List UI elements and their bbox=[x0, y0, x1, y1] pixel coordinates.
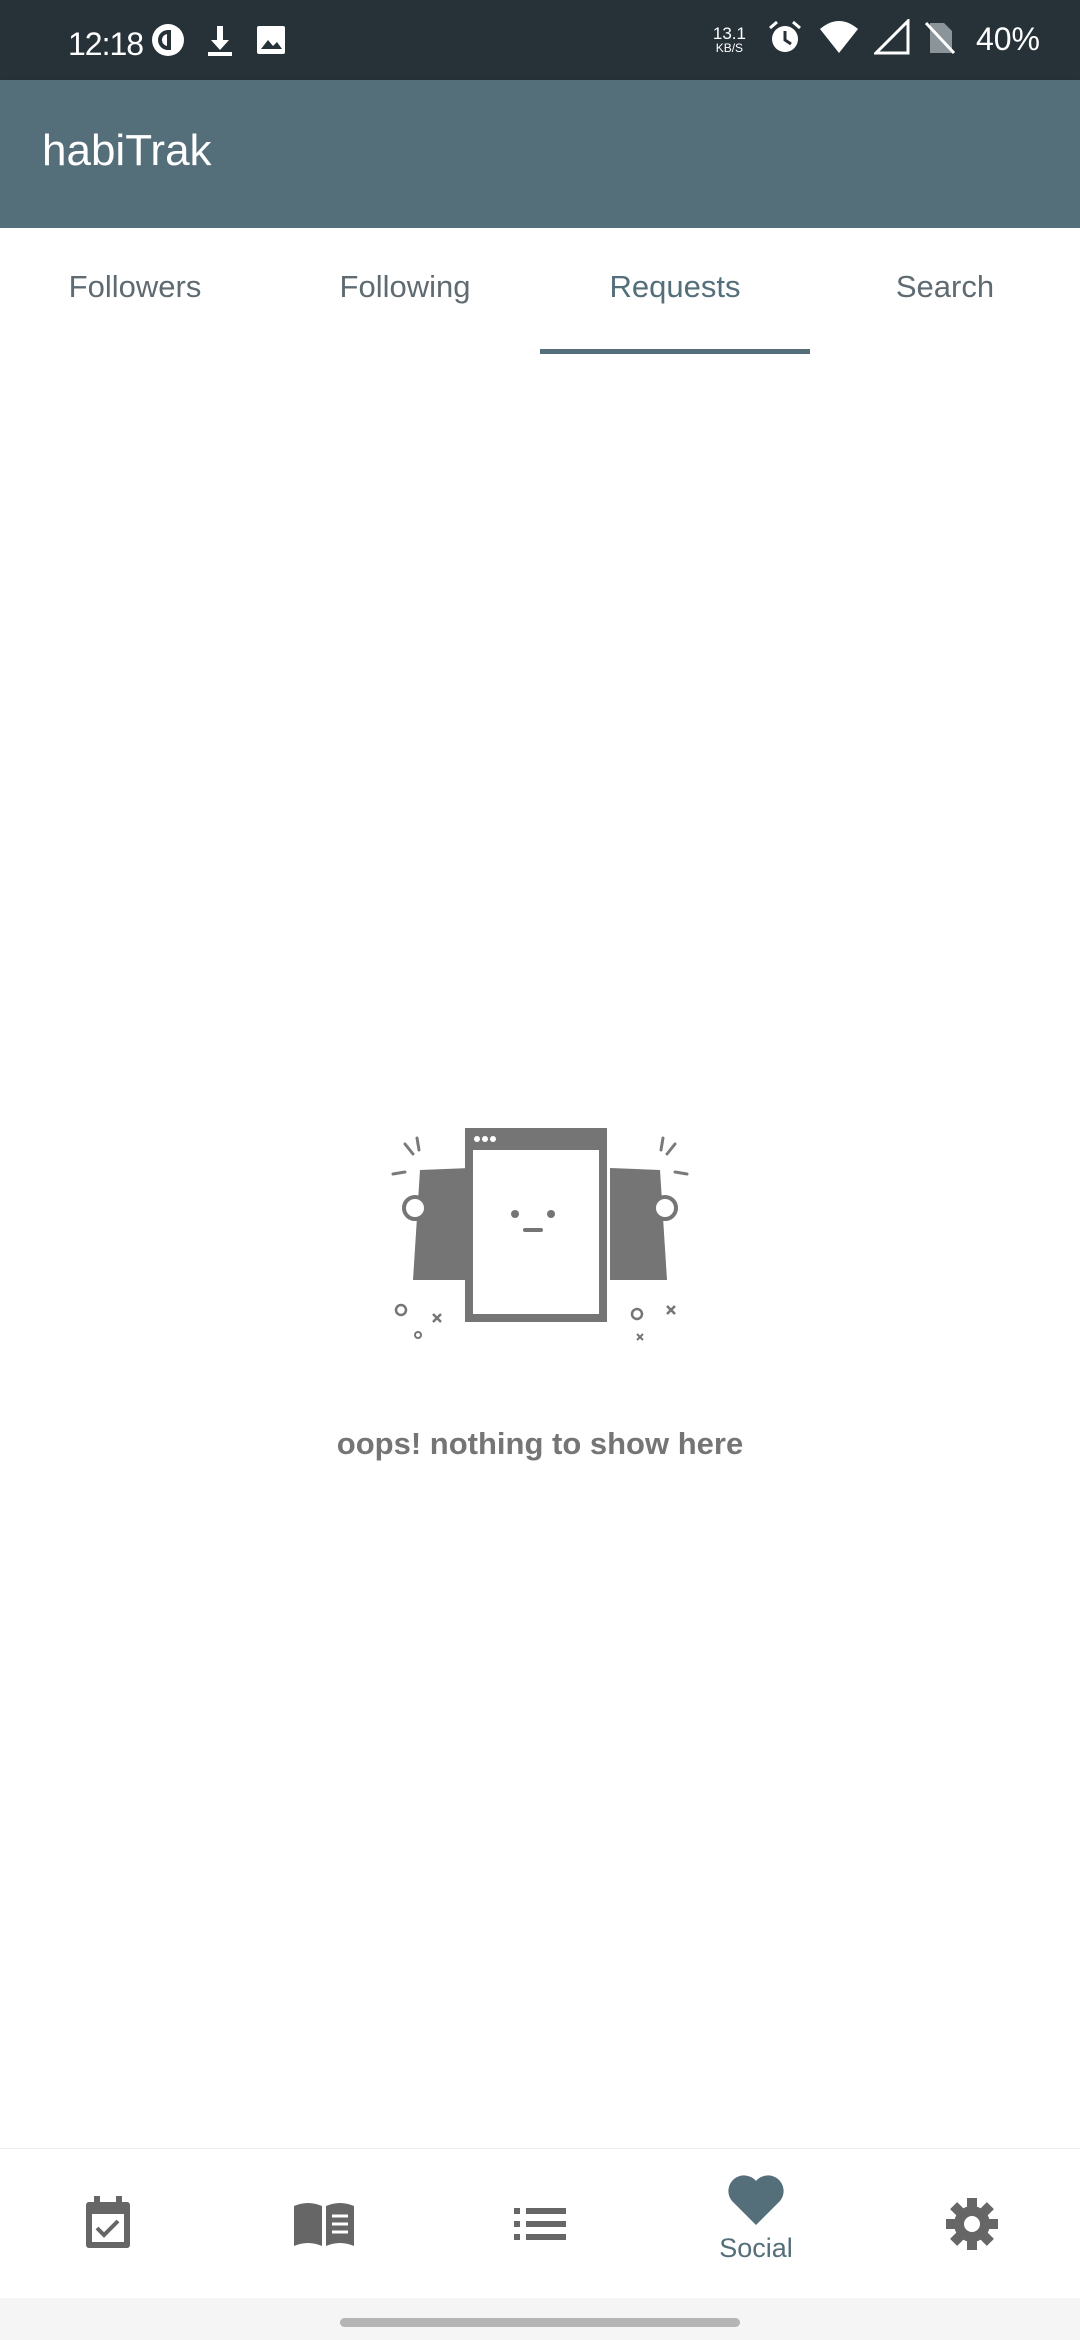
nav-list[interactable] bbox=[432, 2149, 648, 2298]
pocket-casts-icon bbox=[150, 22, 186, 63]
app-bar: habiTrak bbox=[0, 80, 1080, 228]
signal-icon bbox=[872, 17, 910, 60]
tab-following-label: Following bbox=[339, 269, 471, 304]
tab-search-label: Search bbox=[895, 269, 995, 304]
nav-journal[interactable] bbox=[216, 2149, 432, 2298]
empty-state-message: oops! nothing to show here bbox=[336, 1426, 744, 1461]
social-tabs: Followers Following Requests Search bbox=[0, 228, 1080, 354]
no-sim-icon bbox=[924, 19, 956, 60]
home-gesture-handle[interactable] bbox=[340, 2318, 740, 2327]
tab-following[interactable]: Following bbox=[270, 228, 540, 354]
calendar-check-icon bbox=[86, 2195, 130, 2248]
net-speed: 13.1 KB/S bbox=[713, 25, 746, 54]
wifi-icon bbox=[818, 19, 860, 60]
nav-habits[interactable] bbox=[0, 2149, 216, 2298]
nav-social-label: Social bbox=[719, 2233, 793, 2263]
empty-box-icon bbox=[391, 1128, 689, 1341]
net-speed-value: 13.1 bbox=[712, 24, 746, 43]
tab-requests-label: Requests bbox=[609, 269, 741, 304]
heart-icon bbox=[728, 2175, 784, 2225]
gear-icon bbox=[946, 2197, 998, 2250]
status-system-icons: 13.1 KB/S 40% bbox=[713, 17, 1040, 61]
status-notification-icons bbox=[150, 22, 288, 63]
tab-followers-label: Followers bbox=[68, 269, 202, 304]
gesture-bar-area bbox=[0, 2298, 1080, 2340]
nav-social[interactable]: Social bbox=[648, 2149, 864, 2298]
bottom-navigation: Social bbox=[0, 2148, 1080, 2298]
tab-followers[interactable]: Followers bbox=[0, 228, 270, 354]
list-icon bbox=[514, 2207, 566, 2240]
status-time: 12:18 bbox=[68, 26, 144, 62]
net-speed-unit: KB/S bbox=[715, 41, 744, 55]
download-icon bbox=[204, 22, 236, 63]
empty-state: oops! nothing to show here bbox=[0, 1110, 1080, 1462]
active-tab-indicator bbox=[540, 349, 810, 354]
tab-requests[interactable]: Requests bbox=[540, 228, 810, 354]
alarm-icon bbox=[766, 18, 804, 61]
tab-search[interactable]: Search bbox=[810, 228, 1080, 354]
nav-settings[interactable] bbox=[864, 2149, 1080, 2298]
image-icon bbox=[254, 23, 288, 62]
battery-percent: 40% bbox=[975, 21, 1040, 57]
app-title: habiTrak bbox=[42, 126, 212, 175]
journal-book-icon bbox=[294, 2202, 354, 2246]
status-bar: 12:18 13.1 KB/S 40% bbox=[0, 0, 1080, 80]
